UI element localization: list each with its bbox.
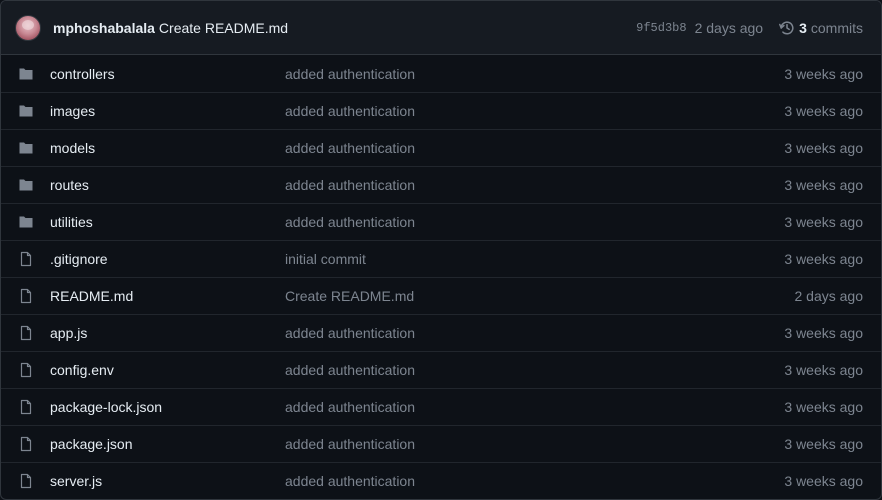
file-icon [18,325,34,341]
file-row[interactable]: package-lock.json added authentication 3 w… [1,388,881,425]
file-name-link[interactable]: package-lock.json [50,399,285,415]
commit-history-link[interactable]: 3 commits [779,20,863,36]
file-icon [18,399,34,415]
file-icon [18,436,34,452]
folder-icon [18,177,34,193]
avatar[interactable] [15,14,41,41]
file-commit-age: 2 days ago [794,288,864,304]
file-commit-age: 3 weeks ago [784,436,863,452]
commit-count: 3 [799,19,807,36]
file-commit-age: 3 weeks ago [784,399,863,415]
file-list: controllers added authentication 3 weeks a… [1,55,881,499]
file-row[interactable]: README.md Create README.md 2 days ago [1,277,881,314]
folder-icon [18,66,34,82]
file-commit-message-link[interactable]: added authentication [285,214,784,230]
file-commit-message-link[interactable]: added authentication [285,325,784,341]
file-commit-age: 3 weeks ago [784,473,863,489]
file-row[interactable]: .gitignore initial commit 3 weeks ago [1,240,881,277]
file-row[interactable]: server.js added authentication 3 weeks ago [1,462,881,499]
folder-icon [18,140,34,156]
file-commit-message-link[interactable]: added authentication [285,66,784,82]
file-icon [18,251,34,267]
file-icon [18,362,34,378]
file-commit-age: 3 weeks ago [784,214,863,230]
folder-icon [18,103,34,119]
file-row[interactable]: images added authentication 3 weeks ago [1,92,881,129]
latest-commit-bar: mphoshabalala Create README.md 9f5d3b8 2… [1,1,881,55]
commit-author[interactable]: mphoshabalala [53,20,155,36]
history-icon [779,21,794,35]
file-commit-age: 3 weeks ago [784,65,863,82]
file-row[interactable]: controllers added authentication 3 weeks a… [1,55,881,92]
file-row[interactable]: models added authentication 3 weeks ago [1,129,881,166]
file-name-link[interactable]: config.env [50,362,285,378]
commit-sha[interactable]: 9f5d3b8 [636,21,686,35]
file-commit-message-link[interactable]: added authentication [285,399,784,415]
file-commit-age: 3 weeks ago [784,103,863,119]
file-browser: mphoshabalala Create README.md 9f5d3b8 2… [0,0,882,500]
file-commit-message-link[interactable]: initial commit [285,251,784,267]
folder-icon [18,214,34,230]
file-commit-age: 3 weeks ago [784,362,863,378]
file-name-link[interactable]: app.js [50,325,285,341]
file-name-link[interactable]: controllers [50,66,285,82]
file-commit-message-link[interactable]: added authentication [285,362,784,378]
file-name-link[interactable]: server.js [50,473,285,489]
file-name-link[interactable]: README.md [50,288,285,304]
file-commit-age: 3 weeks ago [784,177,863,193]
file-name-link[interactable]: .gitignore [50,251,285,267]
file-commit-age: 3 weeks ago [784,325,863,341]
file-icon [18,473,34,489]
file-name-link[interactable]: routes [50,177,285,193]
file-commit-message-link[interactable]: Create README.md [285,288,795,304]
file-commit-age: 3 weeks ago [784,251,863,267]
commit-message[interactable]: Create README.md [159,20,288,36]
file-commit-age: 3 weeks ago [784,140,863,156]
commits-label: commits [810,19,863,36]
file-commit-message-link[interactable]: added authentication [285,140,784,156]
commit-age[interactable]: 2 days ago [695,20,764,36]
file-row[interactable]: package.json added authentication 3 weeks … [1,425,881,462]
file-icon [18,288,34,304]
file-commit-message-link[interactable]: added authentication [285,177,784,193]
file-name-link[interactable]: images [50,103,285,119]
file-row[interactable]: app.js added authentication 3 weeks ago [1,314,881,351]
file-row[interactable]: utilities added authentication 3 weeks ago [1,203,881,240]
file-row[interactable]: config.env added authentication 3 weeks ag… [1,351,881,388]
file-commit-message-link[interactable]: added authentication [285,473,784,489]
file-name-link[interactable]: package.json [50,436,285,452]
file-row[interactable]: routes added authentication 3 weeks ago [1,166,881,203]
file-commit-message-link[interactable]: added authentication [285,103,784,119]
file-name-link[interactable]: utilities [50,214,285,230]
file-name-link[interactable]: models [50,140,285,156]
file-commit-message-link[interactable]: added authentication [285,436,784,452]
